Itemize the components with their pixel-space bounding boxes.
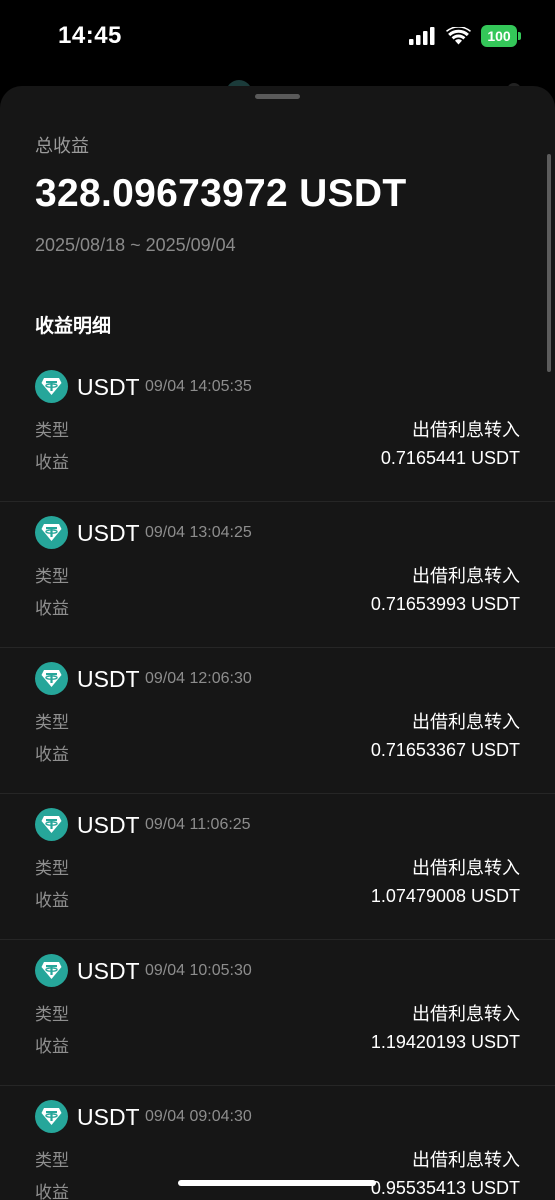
income-label: 收益 [35, 1183, 69, 1200]
tether-icon [35, 370, 68, 403]
record-time: 09/04 13:04:25 [145, 524, 252, 541]
type-value: 出借利息转入 [412, 858, 520, 878]
total-earnings-label: 总收益 [35, 136, 89, 156]
tether-icon [35, 954, 68, 987]
wifi-icon [446, 27, 471, 45]
income-label: 收益 [35, 453, 69, 472]
earnings-record[interactable]: USDT 09/04 10:05:30 类型 出借利息转入收益 1.19420193 U… [0, 940, 555, 1086]
total-earnings-amount: 328.09673972 USDT [35, 172, 407, 215]
income-value: 1.19420193 USDT [370, 1032, 520, 1052]
type-label: 类型 [35, 567, 69, 586]
type-value: 出借利息转入 [412, 1004, 520, 1024]
coin-name: USDT [77, 812, 140, 838]
income-label: 收益 [35, 745, 69, 764]
record-time: 09/04 11:06:25 [145, 816, 251, 833]
income-value: 1.07479008 USDT [370, 886, 520, 906]
type-label: 类型 [35, 859, 69, 878]
income-value: 0.7165441 USDT [380, 448, 520, 468]
tether-icon [35, 808, 68, 841]
earnings-details-title: 收益明细 [35, 316, 112, 337]
income-value: 0.71653367 USDT [370, 740, 520, 760]
tether-icon [35, 1100, 68, 1133]
type-value: 出借利息转入 [412, 420, 520, 440]
income-label: 收益 [35, 891, 69, 910]
coin-name: USDT [77, 520, 140, 546]
coin-name: USDT [77, 374, 140, 400]
record-time: 09/04 12:06:30 [145, 670, 252, 687]
status-icons: 100 [409, 25, 521, 47]
income-value: 0.95535413 USDT [370, 1178, 520, 1198]
battery-icon: 100 [481, 25, 521, 47]
type-value: 出借利息转入 [412, 712, 520, 732]
status-time: 14:45 [58, 22, 122, 49]
sheet-grabber-handle[interactable] [255, 94, 300, 99]
type-label: 类型 [35, 421, 69, 440]
type-label: 类型 [35, 1005, 69, 1024]
record-time: 09/04 09:04:30 [145, 1108, 252, 1125]
coin-name: USDT [77, 958, 140, 984]
type-label: 类型 [35, 1151, 69, 1170]
coin-name: USDT [77, 666, 140, 692]
earnings-record-list: USDT 09/04 14:05:35 类型 出借利息转入 收益 0.7165441 US… [0, 356, 555, 1200]
earnings-record[interactable]: USDT 09/04 13:04:25 类型 出借利息转入收益 0.71653993 U… [0, 502, 555, 648]
earnings-sheet[interactable]: 总收益 328.09673972 USDT 2025/08/18 ~ 2025/… [0, 86, 555, 1200]
income-label: 收益 [35, 1037, 69, 1056]
earnings-record[interactable]: USDT 09/04 14:05:35 类型 出借利息转入收益 0.7165441 US… [0, 356, 555, 502]
record-time: 09/04 14:05:35 [145, 378, 252, 395]
tether-icon [35, 662, 68, 695]
cellular-signal-icon [409, 27, 435, 45]
coin-name: USDT [77, 1104, 140, 1130]
type-label: 类型 [35, 713, 69, 732]
income-value: 0.71653993 USDT [370, 594, 520, 614]
earnings-record[interactable]: USDT 09/04 11:06:25 类型 出借利息转入收益 1.07479008 U… [0, 794, 555, 940]
earnings-record[interactable]: USDT 09/04 12:06:30 类型 出借利息转入收益 0.71653367 U… [0, 648, 555, 794]
tether-icon [35, 516, 68, 549]
home-indicator[interactable] [178, 1180, 376, 1186]
income-label: 收益 [35, 599, 69, 618]
type-value: 出借利息转入 [412, 1150, 520, 1170]
date-range: 2025/08/18 ~ 2025/09/04 [35, 235, 236, 255]
status-bar: 14:45 100 [0, 0, 555, 80]
record-time: 09/04 10:05:30 [145, 962, 252, 979]
type-value: 出借利息转入 [412, 566, 520, 586]
scrollbar[interactable] [547, 154, 551, 372]
